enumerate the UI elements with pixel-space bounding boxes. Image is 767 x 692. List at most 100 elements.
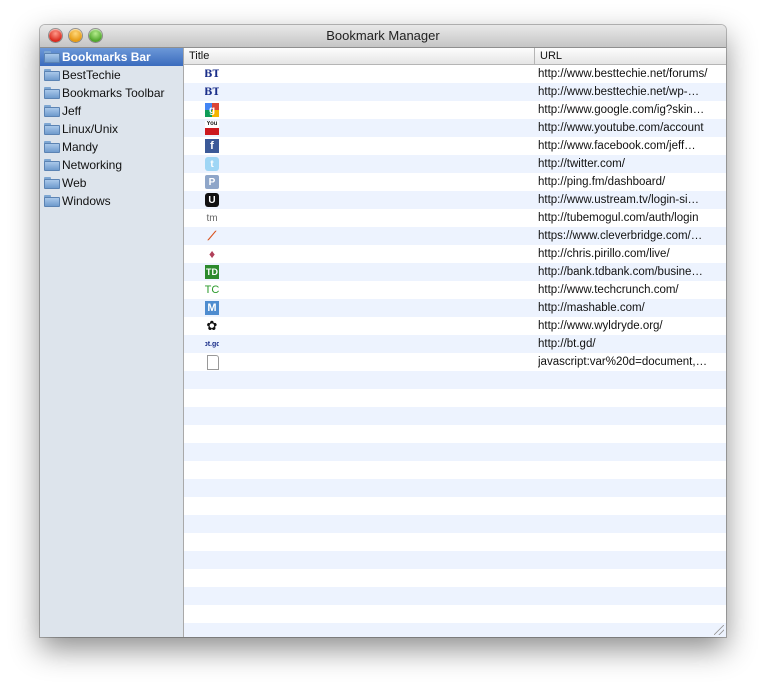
bookmark-url: http://www.techcrunch.com/ [538,284,679,296]
icon-glyph: U [208,194,216,206]
empty-row [184,461,726,479]
tubemogul-icon: tm [205,211,219,225]
empty-row [184,389,726,407]
empty-row [184,479,726,497]
sidebar-item-jeff[interactable]: Jeff [40,102,183,120]
bookmark-url: http://www.ustream.tv/login-si… [538,194,700,206]
folder-icon [44,141,60,153]
column-header-url[interactable]: URL [535,48,726,64]
folder-icon [44,159,60,171]
folder-icon [44,195,60,207]
table-row[interactable]: f http://www.facebook.com/jeff… [184,137,726,155]
sidebar-item-bookmarks-bar[interactable]: Bookmarks Bar [40,48,183,66]
empty-row [184,587,726,605]
table-body: BT http://www.besttechie.net/forums/BT htt… [184,65,726,637]
table-row[interactable]: ⟋ https://www.cleverbridge.com/… [184,227,726,245]
bookmark-url: http://twitter.com/ [538,158,625,170]
icon-glyph: g [208,104,216,116]
sidebar-item-mandy[interactable]: Mandy [40,138,183,156]
besttechie-icon: BT [205,85,219,99]
table-row[interactable]: ♦ http://chris.pirillo.com/live/ [184,245,726,263]
cleverbridge-icon: ⟋ [205,229,219,243]
empty-row [184,515,726,533]
bookmark-url: http://www.besttechie.net/wp-… [538,86,700,98]
bookmark-url: http://www.wyldryde.org/ [538,320,663,332]
window-title: Bookmark Manager [326,28,440,43]
sidebar-item-networking[interactable]: Networking [40,156,183,174]
sidebar-item-web[interactable]: Web [40,174,183,192]
table-row[interactable]: Phttp://ping.fm/dashboard/ [184,173,726,191]
table-header: Title URL [184,48,726,65]
sidebar-item-label: Mandy [62,140,99,154]
icon-glyph: P [208,176,216,188]
empty-row [184,533,726,551]
empty-row [184,569,726,587]
bookmarks-table: Title URL BT http://www.besttechie.net/fo… [184,48,726,637]
icon-glyph: You [206,121,218,127]
bookmark-url: http://ping.fm/dashboard/ [538,176,666,188]
bookmark-url: javascript:var%20d=document,… [538,356,708,368]
bookmark-url: http://www.google.com/ig?skin… [538,104,705,116]
empty-row [184,443,726,461]
sidebar-item-besttechie[interactable]: BestTechie [40,66,183,84]
table-row[interactable]: javascript:var%20d=document,… [184,353,726,371]
empty-row [184,551,726,569]
table-row[interactable]: Mhttp://mashable.com/ [184,299,726,317]
icon-glyph: ♦ [208,247,216,261]
icon-glyph: t [210,158,214,170]
table-row[interactable]: ✿ http://www.wyldryde.org/ [184,317,726,335]
sidebar-item-bookmarks-toolbar[interactable]: Bookmarks Toolbar [40,84,183,102]
sidebar-item-label: BestTechie [62,68,121,82]
empty-row [184,425,726,443]
table-row[interactable]: You http://www.youtube.com/account [184,119,726,137]
icon-glyph: TC [205,284,219,296]
table-row[interactable]: BT http://www.besttechie.net/wp-… [184,83,726,101]
empty-row [184,497,726,515]
icon-glyph: BT [205,86,219,98]
icon-glyph: TD [206,267,218,277]
empty-row [184,371,726,389]
bookmark-url: http://mashable.com/ [538,302,645,314]
empty-row [184,605,726,623]
bookmark-url: http://chris.pirillo.com/live/ [538,248,670,260]
column-header-title[interactable]: Title [184,48,535,64]
folder-icon [44,105,60,117]
icon-glyph: tm [206,212,218,224]
sidebar-item-label: Bookmarks Bar [62,50,151,64]
table-row[interactable]: TD http://bank.tdbank.com/busine… [184,263,726,281]
google-icon: g [205,103,219,117]
folder-icon [44,177,60,189]
table-row[interactable]: bt.gd http://bt.gd/ [184,335,726,353]
facebook-icon: f [205,139,219,153]
bookmark-url: http://bt.gd/ [538,338,596,350]
sidebar-item-windows[interactable]: Windows [40,192,183,210]
bookmark-url: http://tubemogul.com/auth/login [538,212,699,224]
icon-glyph: M [207,302,217,314]
btgd-icon: bt.gd [205,337,219,351]
table-row[interactable]: BT http://www.besttechie.net/forums/ [184,65,726,83]
ustream-icon: U [205,193,219,207]
folder-sidebar: Bookmarks Bar BestTechie Bookmarks Toolbar… [40,48,184,637]
table-row[interactable]: tm http://tubemogul.com/auth/login [184,209,726,227]
bookmark-url: http://www.youtube.com/account [538,122,704,134]
tdbank-icon: TD [205,265,219,279]
title-bar[interactable]: Bookmark Manager [40,25,726,48]
mashable-icon: M [205,301,219,315]
icon-glyph: ⟋ [207,229,217,243]
table-row[interactable]: t http://twitter.com/ [184,155,726,173]
wyldryde-icon: ✿ [205,319,219,333]
sidebar-item-label: Linux/Unix [62,122,119,136]
pingfm-icon: P [205,175,219,189]
sidebar-item-label: Networking [62,158,123,172]
sidebar-item-label: Bookmarks Toolbar [62,86,165,100]
document-icon [207,355,219,370]
table-row[interactable]: Uhttp://www.ustream.tv/login-si… [184,191,726,209]
twitter-icon: t [205,157,219,171]
sidebar-item-linux-unix[interactable]: Linux/Unix [40,120,183,138]
bookmark-url: http://bank.tdbank.com/busine… [538,266,703,278]
table-row[interactable]: g http://www.google.com/ig?skin… [184,101,726,119]
folder-icon [44,51,60,63]
table-row[interactable]: TC http://www.techcrunch.com/ [184,281,726,299]
resize-grip-icon[interactable] [714,625,724,635]
sidebar-item-label: Jeff [62,104,82,118]
